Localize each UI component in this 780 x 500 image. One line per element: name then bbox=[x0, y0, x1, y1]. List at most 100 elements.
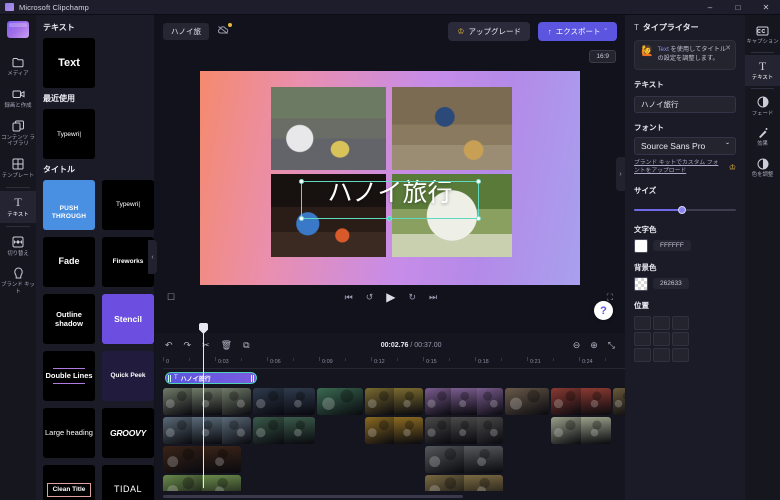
text-color-hex[interactable]: FFFFFF bbox=[653, 240, 691, 252]
resize-handle-top-right[interactable] bbox=[476, 179, 481, 184]
position-cell-bottom-left[interactable] bbox=[634, 347, 651, 362]
timeline-clip[interactable] bbox=[253, 417, 315, 444]
position-cell-bottom-center[interactable] bbox=[653, 347, 670, 362]
timeline-clip[interactable] bbox=[365, 388, 423, 415]
skip-forward-button[interactable]: ⏭ bbox=[429, 292, 437, 303]
sidebar-item-brandkit[interactable]: ブランド キット bbox=[0, 261, 36, 300]
upgrade-button[interactable]: ♔ アップグレード bbox=[448, 21, 530, 41]
title-tile-quick-peek[interactable]: Quick Peek bbox=[102, 351, 154, 401]
bg-color-hex[interactable]: 262633 bbox=[653, 278, 689, 290]
clip-handle-left[interactable] bbox=[168, 374, 171, 382]
timeline-clip[interactable] bbox=[425, 446, 503, 473]
timeline-horizontal-scrollbar[interactable] bbox=[163, 495, 463, 498]
resize-handle-bottom-center[interactable] bbox=[387, 216, 392, 221]
text-value-input[interactable] bbox=[634, 95, 736, 113]
timeline-clip[interactable] bbox=[365, 417, 423, 444]
bg-color-swatch[interactable] bbox=[634, 276, 648, 291]
zoom-out-button[interactable]: ⊖ bbox=[573, 340, 581, 351]
timeline-clip[interactable] bbox=[425, 417, 503, 444]
sidebar-item-record[interactable]: 録画と作成 bbox=[0, 82, 36, 114]
resize-handle-top-left[interactable] bbox=[299, 179, 304, 184]
resize-handle-bottom-left[interactable] bbox=[299, 216, 304, 221]
sidebar-item-media[interactable]: メディア bbox=[0, 50, 36, 82]
export-button[interactable]: ↑ エクスポート ˇ bbox=[537, 21, 617, 41]
panel-collapse-button[interactable]: ‹ bbox=[148, 240, 157, 274]
title-tile-push-through[interactable]: PUSH THROUGH bbox=[43, 180, 95, 230]
minimize-button[interactable]: – bbox=[696, 0, 724, 15]
clip-handle-right[interactable] bbox=[251, 374, 254, 382]
timeline-clip[interactable] bbox=[425, 475, 503, 491]
title-tile-groovy[interactable]: GROOVY bbox=[102, 408, 154, 458]
canvas-photo-1[interactable] bbox=[271, 87, 386, 170]
cloud-offline-icon[interactable] bbox=[217, 22, 232, 38]
text-color-swatch[interactable] bbox=[634, 238, 648, 253]
text-selection-box[interactable] bbox=[299, 179, 481, 221]
size-slider[interactable] bbox=[634, 205, 736, 215]
right-item-fade[interactable]: フェード bbox=[745, 91, 780, 122]
video-canvas[interactable]: ハノイ旅行 bbox=[200, 71, 580, 285]
zoom-in-button[interactable]: ⊕ bbox=[590, 340, 598, 351]
right-item-color-adjust[interactable]: 色を調整 bbox=[745, 152, 780, 183]
title-tile-large-heading[interactable]: Large heading bbox=[43, 408, 95, 458]
canvas-photo-2[interactable] bbox=[392, 87, 512, 170]
position-cell-top-right[interactable] bbox=[672, 315, 689, 330]
title-tile-double-lines[interactable]: Double Lines bbox=[43, 351, 95, 401]
position-cell-middle-center[interactable] bbox=[653, 331, 670, 346]
timeline-clip[interactable] bbox=[163, 446, 241, 473]
position-cell-bottom-right[interactable] bbox=[672, 347, 689, 362]
properties-collapse-button[interactable]: › bbox=[616, 157, 625, 191]
right-item-text[interactable]: T テキスト bbox=[745, 54, 780, 86]
captions-off-icon[interactable]: ☐ bbox=[167, 292, 175, 303]
project-name-field[interactable]: ハノイ旅 bbox=[163, 22, 209, 40]
maximize-button[interactable]: □ bbox=[724, 0, 752, 15]
fullscreen-icon[interactable]: ⛶ bbox=[607, 292, 613, 303]
title-tile-stencil[interactable]: Stencil bbox=[102, 294, 154, 344]
timeline-text-clip[interactable]: T ハノイ旅行 bbox=[165, 372, 257, 384]
close-button[interactable]: ✕ bbox=[752, 0, 780, 15]
aspect-ratio-button[interactable]: 16:9 bbox=[589, 50, 616, 63]
title-tile-fade[interactable]: Fade bbox=[43, 237, 95, 287]
play-button[interactable]: ▶ bbox=[386, 290, 395, 304]
title-tile-tidal[interactable]: TIDAL bbox=[102, 465, 154, 500]
brand-kit-upload-link[interactable]: ブランド キットでカスタム フォントをアップロード ♔ bbox=[634, 159, 736, 176]
undo-button[interactable]: ↶ bbox=[165, 340, 173, 351]
playhead[interactable] bbox=[203, 333, 204, 488]
position-cell-top-left[interactable] bbox=[634, 315, 651, 330]
title-tile-outline-shadow[interactable]: Outline shadow bbox=[43, 294, 95, 344]
timeline-clip[interactable] bbox=[551, 388, 611, 415]
fit-timeline-button[interactable]: ⤡ bbox=[608, 340, 615, 351]
duplicate-button[interactable]: ⧉ bbox=[243, 340, 249, 351]
timeline-clip[interactable] bbox=[163, 388, 251, 415]
position-cell-top-center[interactable] bbox=[653, 315, 670, 330]
text-tile-recent[interactable]: Typewri| bbox=[43, 109, 95, 159]
forward-button[interactable]: ↻ bbox=[409, 292, 417, 303]
help-button[interactable]: ? bbox=[594, 301, 613, 320]
timeline-clip[interactable] bbox=[425, 388, 503, 415]
timeline-clip[interactable] bbox=[613, 388, 625, 415]
sidebar-item-content-library[interactable]: コンテンツ ライブラリ bbox=[0, 114, 36, 153]
timeline-clip[interactable] bbox=[551, 417, 611, 444]
title-tile-typewriter[interactable]: Typewri| bbox=[102, 180, 154, 230]
sidebar-item-templates[interactable]: テンプレート bbox=[0, 152, 36, 184]
slider-knob[interactable] bbox=[677, 205, 686, 214]
skip-back-button[interactable]: ⏮ bbox=[345, 292, 353, 303]
text-tile-basic[interactable]: Text bbox=[43, 38, 95, 88]
timeline-clip[interactable] bbox=[163, 417, 251, 444]
title-tile-clean-title[interactable]: Clean Title bbox=[43, 465, 95, 500]
resize-handle-bottom-right[interactable] bbox=[476, 216, 481, 221]
timeline-clip[interactable] bbox=[163, 475, 241, 491]
redo-button[interactable]: ↷ bbox=[184, 340, 192, 351]
delete-button[interactable]: 🗑 bbox=[221, 340, 232, 351]
position-cell-middle-right[interactable] bbox=[672, 331, 689, 346]
title-tile-fireworks[interactable]: Fireworks bbox=[102, 237, 154, 287]
rewind-button[interactable]: ↺ bbox=[366, 292, 374, 303]
timeline-clip[interactable] bbox=[317, 388, 363, 415]
clipchamp-logo-icon[interactable] bbox=[7, 21, 29, 38]
right-item-captions[interactable]: キャプション bbox=[745, 19, 780, 50]
right-item-effects[interactable]: 効果 bbox=[745, 121, 780, 152]
position-cell-middle-left[interactable] bbox=[634, 331, 651, 346]
tooltip-close-icon[interactable]: ✕ bbox=[725, 44, 731, 52]
sidebar-item-text[interactable]: T テキスト bbox=[0, 190, 36, 223]
timeline-ruler[interactable]: 00:030:060:090:120:150:180:210:240:27 bbox=[162, 357, 658, 369]
timeline-clip[interactable] bbox=[253, 388, 315, 415]
